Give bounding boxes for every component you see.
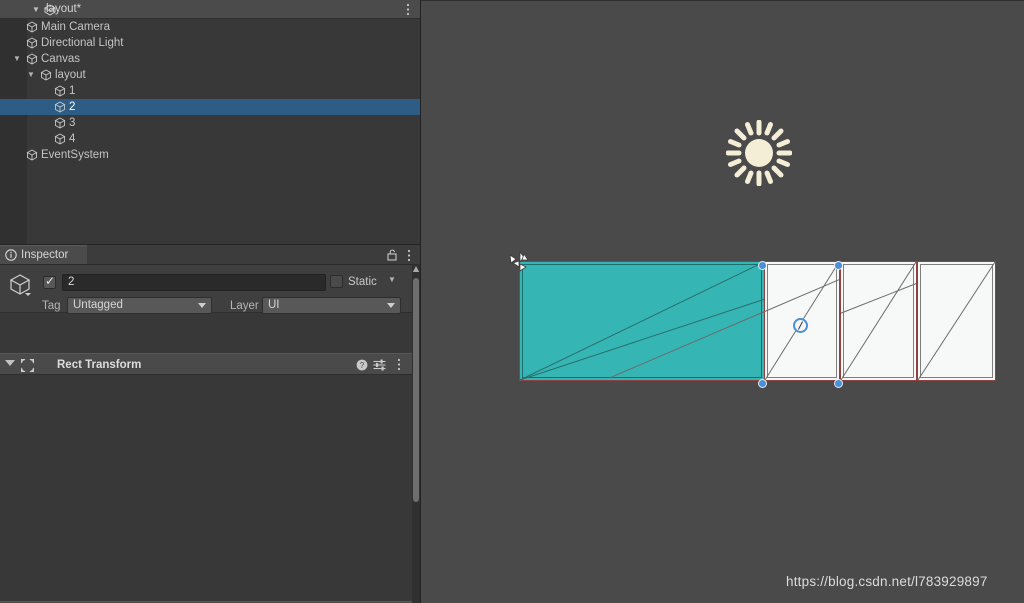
rect-handle-bottom-left[interactable] [758, 379, 767, 388]
ui-panel-3[interactable] [840, 261, 917, 381]
scene-view-top-divider [421, 0, 1024, 1]
ui-panel-4[interactable] [917, 261, 996, 381]
component-header-rect-transform[interactable]: Rect Transform ? [0, 353, 412, 375]
foldout-triangle-icon[interactable] [5, 360, 15, 366]
pivot-rotate-gizmo-icon[interactable] [793, 318, 808, 333]
hierarchy-item-canvas[interactable]: ▼ Canvas [0, 51, 420, 67]
game-object-icon [26, 21, 38, 33]
gameobject-name-input[interactable]: 2 [62, 274, 326, 291]
inspector-scrollbar-thumb[interactable] [413, 278, 419, 502]
help-icon[interactable]: ? [356, 359, 368, 371]
hierarchy-item-1[interactable]: 1 [0, 83, 420, 99]
hierarchy-panel: ▼ layout* Main Camera Directional Light … [0, 0, 420, 244]
preset-icon[interactable] [373, 359, 386, 371]
scroll-up-arrow-icon[interactable] [412, 265, 420, 274]
ui-panel-diagonals [841, 262, 916, 380]
game-object-icon [54, 101, 66, 113]
expand-triangle-icon[interactable]: ▼ [12, 51, 22, 67]
gameobject-header: 2 Static ▼ Tag Untagged Layer UI [0, 265, 412, 314]
game-object-icon [26, 149, 38, 161]
game-object-icon [54, 133, 66, 145]
game-object-icon [7, 272, 33, 298]
game-object-icon [26, 37, 38, 49]
tag-value: Untagged [73, 299, 123, 311]
ui-panel-diagonals [918, 262, 995, 380]
info-icon [5, 249, 17, 261]
hierarchy-item-label: 4 [69, 133, 76, 145]
hierarchy-item-main-camera[interactable]: Main Camera [0, 19, 420, 35]
tag-dropdown[interactable]: Untagged [67, 297, 212, 314]
rect-handle-top-left[interactable] [758, 261, 767, 270]
hierarchy-tree: Main Camera Directional Light ▼ Canvas ▼ layo… [0, 19, 420, 244]
hierarchy-item-label: Directional Light [41, 37, 124, 49]
hierarchy-item-layout[interactable]: ▼ layout [0, 67, 420, 83]
tab-inspector-label: Inspector [21, 249, 69, 261]
static-label: Static [348, 276, 377, 288]
ui-panel-diagonals [520, 262, 764, 380]
hierarchy-item-eventsystem[interactable]: EventSystem [0, 147, 420, 163]
kebab-menu-icon[interactable] [402, 3, 414, 16]
rect-handle-bottom-right[interactable] [834, 379, 843, 388]
ui-panel-1[interactable] [519, 261, 765, 381]
hierarchy-item-label: 2 [69, 101, 76, 113]
hierarchy-scene-name[interactable]: layout* [46, 0, 81, 19]
hierarchy-item-label: EventSystem [41, 149, 109, 161]
hierarchy-item-2[interactable]: 2 [0, 99, 420, 115]
rect-transform-icon [20, 358, 35, 373]
static-dropdown-arrow[interactable]: ▼ [388, 275, 396, 284]
hierarchy-item-3[interactable]: 3 [0, 115, 420, 131]
hierarchy-item-label: layout [55, 69, 86, 81]
hierarchy-header: ▼ layout* [0, 0, 420, 19]
hierarchy-item-label: 3 [69, 117, 76, 129]
directional-light-sun-icon[interactable] [726, 120, 792, 186]
left-column: ▼ layout* Main Camera Directional Light … [0, 0, 420, 603]
game-object-icon [54, 117, 66, 129]
tag-label: Tag [42, 300, 61, 312]
hierarchy-item-label: 1 [69, 85, 76, 97]
hierarchy-item-4[interactable]: 4 [0, 131, 420, 147]
svg-text:?: ? [360, 361, 365, 370]
hierarchy-item-directional-light[interactable]: Directional Light [0, 35, 420, 51]
hierarchy-item-label: Main Camera [41, 21, 111, 33]
layer-value: UI [268, 299, 280, 311]
lock-open-icon[interactable] [387, 249, 398, 261]
layer-label: Layer [230, 300, 259, 312]
pivot-gizmo-slash [797, 321, 804, 330]
inspector-tabbar: Inspector [0, 245, 420, 265]
inspector-body: 2 Static ▼ Tag Untagged Layer UI [0, 265, 412, 603]
inspector-panel: Inspector ✓ 2 Static ▼ Tag Untagged Laye… [0, 244, 420, 603]
static-checkbox[interactable] [330, 275, 343, 288]
kebab-menu-icon[interactable] [403, 249, 415, 262]
gameobject-enabled-checkbox[interactable] [43, 274, 56, 289]
layer-dropdown[interactable]: UI [262, 297, 401, 314]
expand-triangle-icon[interactable]: ▼ [26, 67, 36, 83]
watermark-url: https://blog.csdn.net/l783929897 [786, 574, 988, 589]
kebab-menu-icon[interactable] [393, 358, 405, 371]
unity-editor-window: ▼ layout* Main Camera Directional Light … [0, 0, 1024, 603]
chevron-down-icon [387, 303, 395, 308]
rect-handle-top-right[interactable] [834, 261, 843, 270]
chevron-down-icon [198, 303, 206, 308]
hierarchy-scene-expand-triangle[interactable]: ▼ [32, 0, 40, 19]
hierarchy-item-label: Canvas [41, 53, 80, 65]
game-object-icon [54, 85, 66, 97]
move-tool-cursor-icon [509, 251, 535, 277]
component-title: Rect Transform [57, 359, 142, 371]
game-object-icon [26, 53, 38, 65]
game-object-icon [40, 69, 52, 81]
